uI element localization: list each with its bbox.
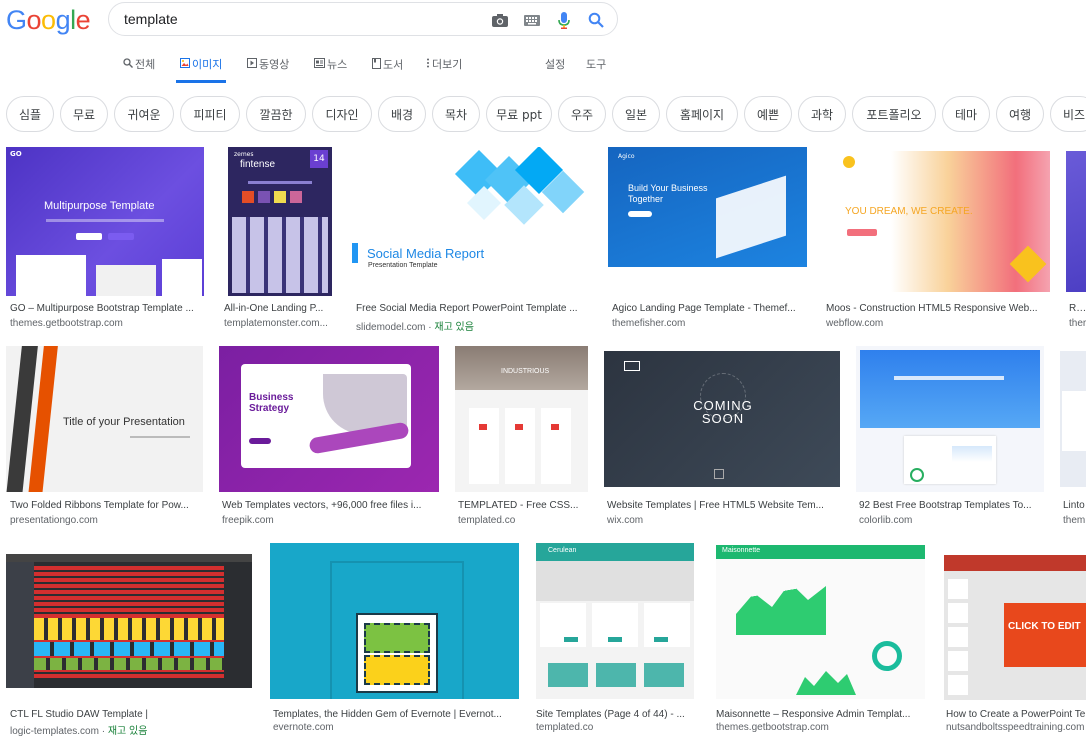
image-result-thumbnail[interactable]: COMING SOON <box>604 351 840 487</box>
chip[interactable]: 비즈 <box>1050 96 1086 132</box>
result-source[interactable]: themes.getbootstrap.com <box>716 722 925 733</box>
image-result-thumbnail[interactable]: Cerulean <box>536 543 694 699</box>
news-icon <box>314 58 325 72</box>
tab-news[interactable]: 뉴스 <box>314 58 347 82</box>
result-source[interactable]: logic-templates.com · 재고 있음 <box>10 722 252 737</box>
result-caption[interactable]: Maisonnette – Responsive Admin Templat..… <box>716 709 925 720</box>
search-icon <box>123 58 133 72</box>
result-source[interactable]: webflow.com <box>826 318 1050 329</box>
chip[interactable]: 깔끔한 <box>246 96 306 132</box>
image-result-thumbnail[interactable] <box>1066 151 1086 292</box>
result-caption[interactable]: Moos - Construction HTML5 Responsive Web… <box>826 303 1050 314</box>
result-source[interactable]: colorlib.com <box>859 515 1044 526</box>
result-source[interactable]: nutsandboltsspeedtraining.com <box>946 722 1086 733</box>
image-result-thumbnail[interactable] <box>856 346 1044 492</box>
image-result-thumbnail[interactable]: GO Multipurpose Template <box>6 147 204 296</box>
tab-tools[interactable]: 도구 <box>586 58 606 82</box>
chip[interactable]: 포트폴리오 <box>852 96 936 132</box>
tab-settings[interactable]: 설정 <box>545 58 565 82</box>
camera-icon[interactable] <box>491 11 509 29</box>
image-result-thumbnail[interactable] <box>6 554 252 688</box>
chip[interactable]: 무료 <box>60 96 108 132</box>
related-search-chips: 심플 무료 귀여운 피피티 깔끔한 디자인 배경 목차 무료 ppt 우주 일본… <box>0 96 1086 134</box>
image-result-thumbnail[interactable]: YOU DREAM, WE CREATE. <box>823 151 1050 292</box>
result-caption[interactable]: Templates, the Hidden Gem of Evernote | … <box>273 709 519 720</box>
result-source[interactable]: themes.getbootstrap.com <box>10 318 204 329</box>
image-result-thumbnail[interactable]: Title of your Presentation <box>6 346 203 492</box>
result-source[interactable]: them <box>1063 515 1086 526</box>
image-icon <box>180 58 190 72</box>
google-logo[interactable]: Google <box>6 5 91 36</box>
microphone-icon[interactable] <box>555 11 573 29</box>
result-source[interactable]: templated.co <box>458 515 588 526</box>
result-caption[interactable]: Site Templates (Page 4 of 44) - ... <box>536 709 694 720</box>
result-caption[interactable]: 92 Best Free Bootstrap Templates To... <box>859 500 1044 511</box>
chip[interactable]: 무료 ppt <box>486 96 552 132</box>
result-source[interactable]: slidemodel.com · 재고 있음 <box>356 318 592 333</box>
result-caption[interactable]: All-in-One Landing P... <box>224 303 336 314</box>
search-input[interactable]: template <box>124 11 178 27</box>
chip[interactable]: 목차 <box>432 96 480 132</box>
result-caption[interactable]: Linto <box>1063 500 1086 511</box>
tab-more[interactable]: 더보기 <box>426 58 462 82</box>
more-vert-icon <box>426 58 430 72</box>
tab-all[interactable]: 전체 <box>123 58 155 82</box>
result-caption[interactable]: Rox <box>1069 303 1086 314</box>
image-result-thumbnail[interactable]: INDUSTRIOUS <box>455 346 588 492</box>
play-icon <box>247 58 257 72</box>
keyboard-icon[interactable] <box>523 11 541 29</box>
result-source[interactable]: presentationgo.com <box>10 515 203 526</box>
result-source[interactable]: templated.co <box>536 722 694 733</box>
image-result-thumbnail[interactable]: Business Strategy <box>219 346 439 492</box>
book-icon <box>372 58 381 73</box>
result-source[interactable]: evernote.com <box>273 722 519 733</box>
chip[interactable]: 테마 <box>942 96 990 132</box>
search-tabs: 전체 이미지 동영상 뉴스 도서 더보기 설정 도구 <box>123 58 623 83</box>
chip[interactable]: 디자인 <box>312 96 372 132</box>
result-caption[interactable]: Two Folded Ribbons Template for Pow... <box>10 500 203 511</box>
tab-videos[interactable]: 동영상 <box>247 58 289 82</box>
tab-books[interactable]: 도서 <box>372 58 403 82</box>
result-caption[interactable]: Website Templates | Free HTML5 Website T… <box>607 500 840 511</box>
chip[interactable]: 배경 <box>378 96 426 132</box>
result-source[interactable]: themefisher.com <box>612 318 807 329</box>
image-result-thumbnail[interactable]: Maisonnette <box>716 545 925 699</box>
result-source[interactable]: freepik.com <box>222 515 439 526</box>
chip[interactable]: 피피티 <box>180 96 240 132</box>
image-result-thumbnail[interactable] <box>1060 351 1086 487</box>
image-result-thumbnail[interactable] <box>270 543 519 699</box>
chip[interactable]: 여행 <box>996 96 1044 132</box>
chip[interactable]: 심플 <box>6 96 54 132</box>
result-source[interactable]: wix.com <box>607 515 840 526</box>
chip[interactable]: 일본 <box>612 96 660 132</box>
result-caption[interactable]: CTL FL Studio DAW Template | <box>10 709 252 720</box>
image-result-thumbnail[interactable]: Agico Build Your Business Together <box>608 147 807 296</box>
search-icon[interactable] <box>587 11 605 29</box>
result-caption[interactable]: GO – Multipurpose Bootstrap Template ... <box>10 303 204 314</box>
search-box[interactable]: template <box>108 2 618 36</box>
result-caption[interactable]: How to Create a PowerPoint Te <box>946 709 1086 720</box>
chip[interactable]: 귀여운 <box>114 96 174 132</box>
chip[interactable]: 우주 <box>558 96 606 132</box>
image-result-thumbnail[interactable]: Social Media Report Presentation Templat… <box>352 147 592 296</box>
result-caption[interactable]: Web Templates vectors, +96,000 free file… <box>222 500 439 511</box>
result-caption[interactable]: Free Social Media Report PowerPoint Temp… <box>356 303 592 314</box>
image-result-thumbnail[interactable]: CLICK TO EDIT <box>944 555 1086 700</box>
chip[interactable]: 과학 <box>798 96 846 132</box>
image-result-thumbnail[interactable]: zemes 14 fintense <box>228 147 332 296</box>
result-caption[interactable]: Agico Landing Page Template - Themef... <box>612 303 807 314</box>
chip[interactable]: 예쁜 <box>744 96 792 132</box>
tab-images[interactable]: 이미지 <box>175 58 227 83</box>
result-source[interactable]: ther <box>1069 318 1086 329</box>
result-source[interactable]: templatemonster.com... <box>224 318 336 329</box>
result-caption[interactable]: TEMPLATED - Free CSS... <box>458 500 588 511</box>
chip[interactable]: 홈페이지 <box>666 96 738 132</box>
